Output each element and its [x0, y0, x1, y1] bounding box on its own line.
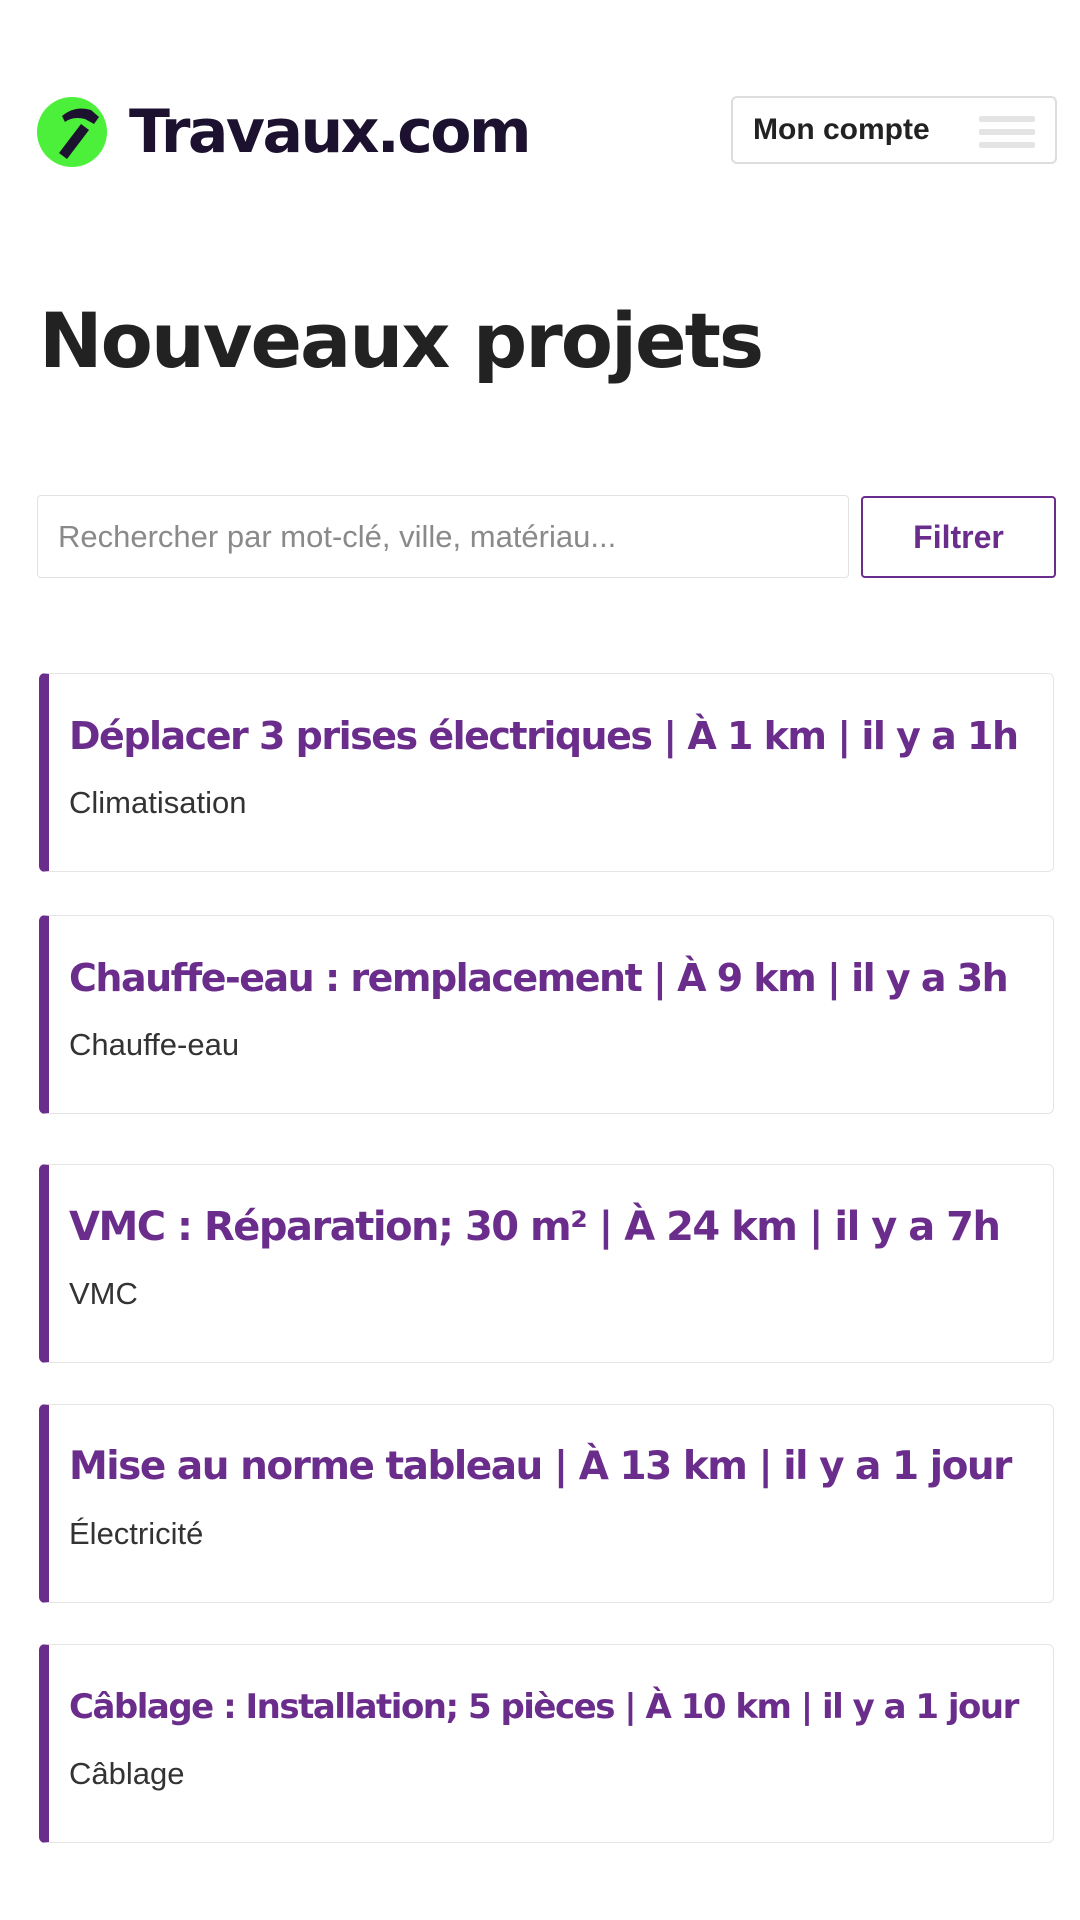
- project-title[interactable]: Déplacer 3 prises électriques | À 1 km |…: [69, 711, 1019, 761]
- project-title[interactable]: Chauffe-eau : remplacement | À 9 km | il…: [69, 953, 1009, 1003]
- project-card[interactable]: Câblage : Installation; 5 pièces | À 10 …: [39, 1644, 1054, 1843]
- project-category: Électricité: [69, 1516, 204, 1551]
- project-category: VMC: [69, 1276, 138, 1311]
- project-title[interactable]: Câblage : Installation; 5 pièces | À 10 …: [69, 1682, 1019, 1732]
- filter-button[interactable]: Filtrer: [861, 496, 1056, 578]
- account-menu-button[interactable]: Mon compte: [731, 96, 1057, 164]
- account-label: Mon compte: [753, 113, 930, 146]
- logo-text: Travaux.com: [129, 97, 532, 167]
- project-card[interactable]: Déplacer 3 prises électriques | À 1 km |…: [39, 673, 1054, 872]
- site-logo[interactable]: Travaux.com: [37, 96, 532, 168]
- search-input[interactable]: [37, 495, 849, 578]
- project-category: Chauffe-eau: [69, 1027, 240, 1062]
- project-card[interactable]: Chauffe-eau : remplacement | À 9 km | il…: [39, 915, 1054, 1114]
- page-title: Nouveaux projets: [39, 296, 764, 385]
- site-header: Travaux.com Mon compte: [37, 96, 1057, 168]
- project-category: Câblage: [69, 1756, 185, 1791]
- project-category: Climatisation: [69, 785, 247, 820]
- project-card[interactable]: VMC : Réparation; 30 m² | À 24 km | il y…: [39, 1164, 1054, 1363]
- hammer-icon: [37, 97, 107, 167]
- hamburger-icon: [979, 116, 1035, 148]
- project-card[interactable]: Mise au norme tableau | À 13 km | il y a…: [39, 1404, 1054, 1603]
- project-title[interactable]: VMC : Réparation; 30 m² | À 24 km | il y…: [69, 1202, 1001, 1252]
- project-title[interactable]: Mise au norme tableau | À 13 km | il y a…: [69, 1442, 1012, 1492]
